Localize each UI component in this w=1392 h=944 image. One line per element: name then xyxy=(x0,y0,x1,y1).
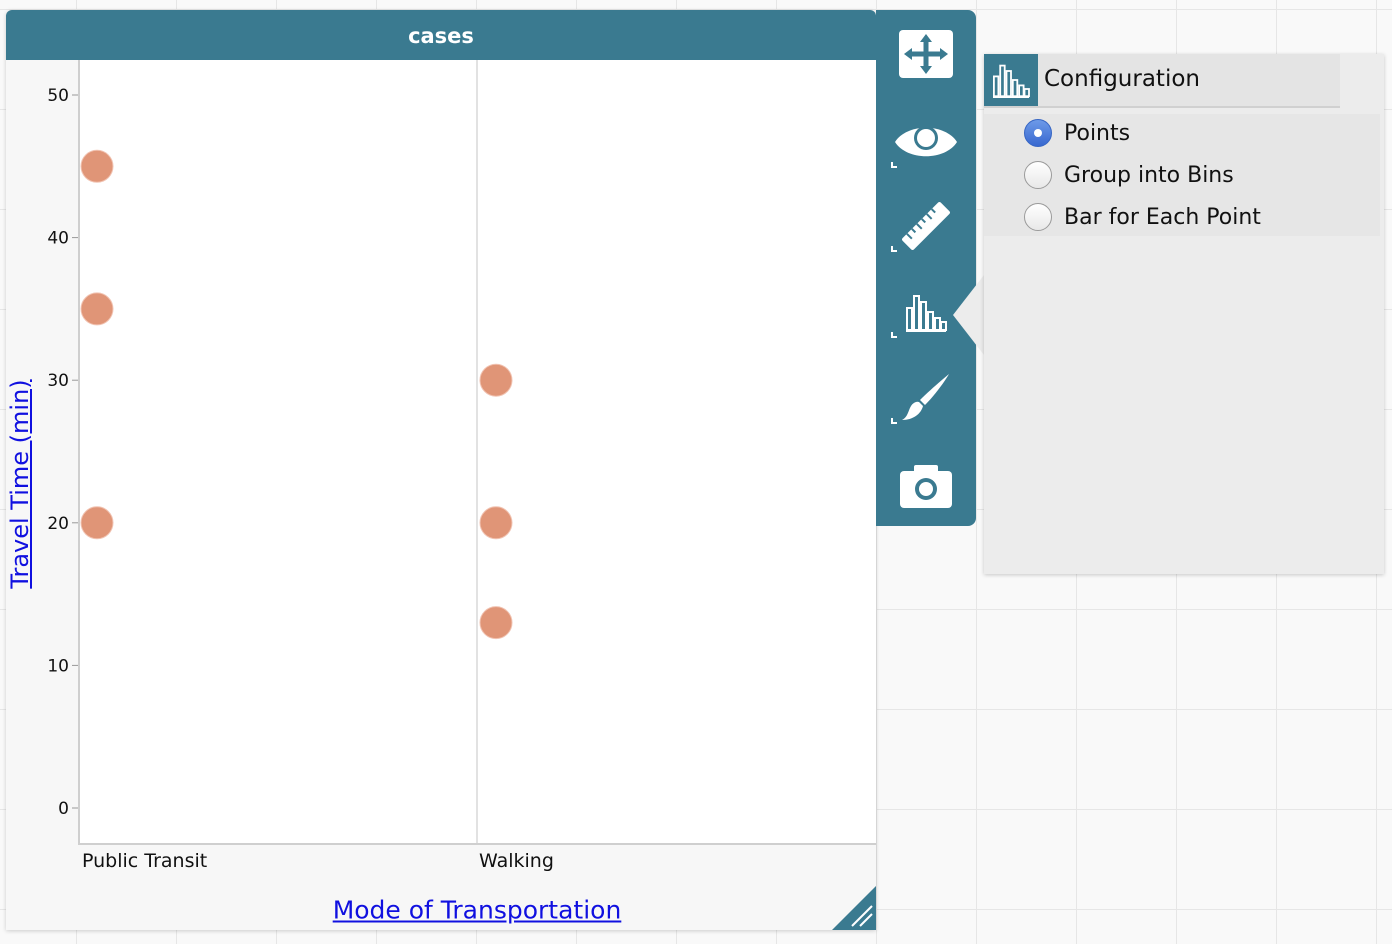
option-bar-for-each-point-label: Bar for Each Point xyxy=(1064,204,1261,230)
style-tool-button[interactable] xyxy=(876,358,976,438)
move-tool-button[interactable] xyxy=(876,14,976,94)
eye-icon xyxy=(895,126,957,157)
y-tick-label: 40 xyxy=(47,229,69,249)
y-tick-label: 50 xyxy=(47,86,69,106)
data-point[interactable] xyxy=(80,292,114,326)
panel-header: Configuration xyxy=(984,54,1340,108)
option-group-into-bins[interactable]: Group into Bins xyxy=(1024,158,1234,192)
ruler-icon xyxy=(902,202,950,250)
data-point[interactable] xyxy=(80,149,114,183)
y-tick-label: 0 xyxy=(58,799,69,819)
radio-group-into-bins[interactable] xyxy=(1024,161,1052,189)
x-tick-label-public-transit: Public Transit xyxy=(82,850,208,872)
data-point[interactable] xyxy=(479,506,513,540)
y-tick-label: 30 xyxy=(47,371,69,391)
y-axis-ticks: 0 10 20 30 40 50 xyxy=(47,86,78,819)
inspector-toolbar xyxy=(876,10,976,526)
radio-points[interactable] xyxy=(1024,119,1052,147)
display-options-group: Points Group into Bins Bar for Each Poin… xyxy=(984,114,1380,236)
option-points[interactable]: Points xyxy=(1024,116,1130,150)
measure-tool-button[interactable] xyxy=(876,186,976,266)
paintbrush-icon xyxy=(902,374,949,420)
data-point[interactable] xyxy=(479,606,513,640)
chart-config-icon xyxy=(906,295,947,332)
resize-handle-icon[interactable] xyxy=(832,886,876,930)
configuration-panel: Configuration Points Group into Bins Bar… xyxy=(984,54,1384,574)
radio-bar-for-each-point[interactable] xyxy=(1024,203,1052,231)
camera-tool-button[interactable] xyxy=(876,446,976,526)
option-points-label: Points xyxy=(1064,120,1131,146)
hide-show-tool-button[interactable] xyxy=(876,102,976,182)
panel-title: Configuration xyxy=(1044,66,1200,92)
graph-title-bar[interactable]: cases xyxy=(6,10,876,60)
x-tick-label-walking: Walking xyxy=(479,850,554,872)
graph-window[interactable]: cases Travel Time (min) Public Transit W… xyxy=(6,10,876,930)
chart-config-header-icon xyxy=(984,54,1038,106)
panel-pointer xyxy=(953,275,984,355)
scatter-plot xyxy=(78,60,876,845)
move-icon xyxy=(899,30,953,78)
x-axis-title[interactable]: Mode of Transportation xyxy=(333,896,622,925)
camera-icon xyxy=(900,465,952,508)
option-bar-for-each-point[interactable]: Bar for Each Point xyxy=(1024,200,1261,234)
data-point[interactable] xyxy=(479,363,513,397)
plot-area[interactable] xyxy=(78,60,876,845)
y-tick-label: 10 xyxy=(47,656,69,676)
option-group-into-bins-label: Group into Bins xyxy=(1064,162,1234,188)
y-tick-label: 20 xyxy=(47,514,69,534)
data-point[interactable] xyxy=(80,506,114,540)
graph-title: cases xyxy=(408,24,474,48)
